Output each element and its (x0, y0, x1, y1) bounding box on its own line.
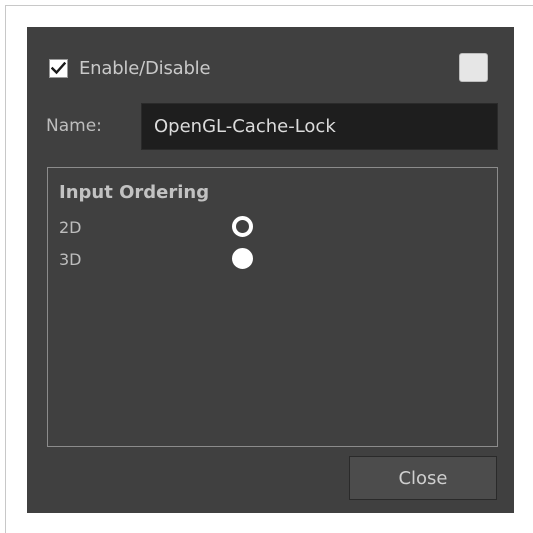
name-label: Name: (46, 116, 102, 136)
enable-checkbox[interactable] (49, 58, 68, 78)
close-button[interactable]: Close (349, 456, 497, 500)
enable-disable-toggle[interactable]: Enable/Disable (49, 55, 211, 81)
name-field[interactable] (141, 103, 498, 150)
option-2d-label: 2D (59, 218, 82, 237)
opengl-cache-lock-dialog: Enable/Disable Name: Input Ordering 2D 3… (27, 27, 514, 513)
option-2d-radio[interactable] (232, 216, 253, 237)
enable-disable-label: Enable/Disable (79, 57, 211, 79)
color-swatch-button[interactable] (459, 53, 488, 82)
input-ordering-group: Input Ordering 2D 3D (47, 167, 498, 447)
input-ordering-title: Input Ordering (59, 182, 210, 203)
option-3d-label: 3D (59, 250, 82, 269)
option-3d-radio[interactable] (232, 248, 253, 269)
checkmark-icon (51, 61, 66, 74)
